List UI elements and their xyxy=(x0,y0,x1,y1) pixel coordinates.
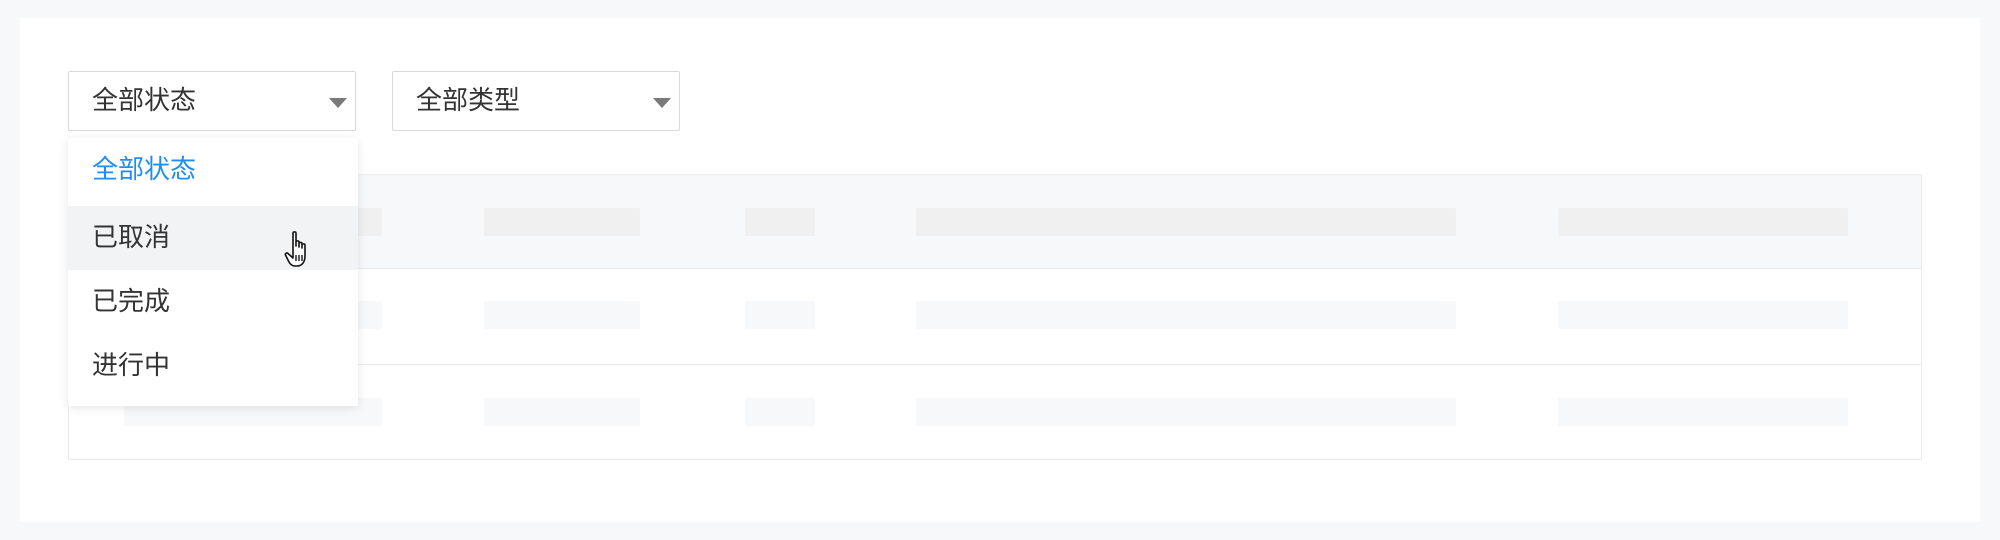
skeleton-cell xyxy=(916,208,1456,236)
caret-down-icon xyxy=(329,98,347,108)
status-option-all[interactable]: 全部状态 xyxy=(68,138,358,202)
type-filter-value: 全部类型 xyxy=(416,86,521,116)
skeleton-cell xyxy=(916,301,1456,329)
status-dropdown-menu: 全部状态 已取消 已完成 进行中 xyxy=(68,138,358,406)
status-option-in-progress[interactable]: 进行中 xyxy=(68,334,358,398)
type-filter-select[interactable]: 全部类型 xyxy=(392,71,680,131)
status-option-completed[interactable]: 已完成 xyxy=(68,270,358,334)
skeleton-cell xyxy=(1558,208,1848,236)
hand-pointer-icon xyxy=(284,230,320,270)
status-filter-select[interactable]: 全部状态 xyxy=(68,71,356,131)
skeleton-cell xyxy=(484,398,640,426)
skeleton-cell xyxy=(484,208,640,236)
skeleton-cell xyxy=(484,301,640,329)
caret-down-icon xyxy=(653,98,671,108)
skeleton-cell xyxy=(1558,301,1848,329)
skeleton-cell xyxy=(1558,398,1848,426)
skeleton-cell xyxy=(916,398,1456,426)
status-filter-value: 全部状态 xyxy=(92,86,197,116)
skeleton-cell xyxy=(745,208,815,236)
skeleton-cell xyxy=(745,398,815,426)
skeleton-cell xyxy=(745,301,815,329)
